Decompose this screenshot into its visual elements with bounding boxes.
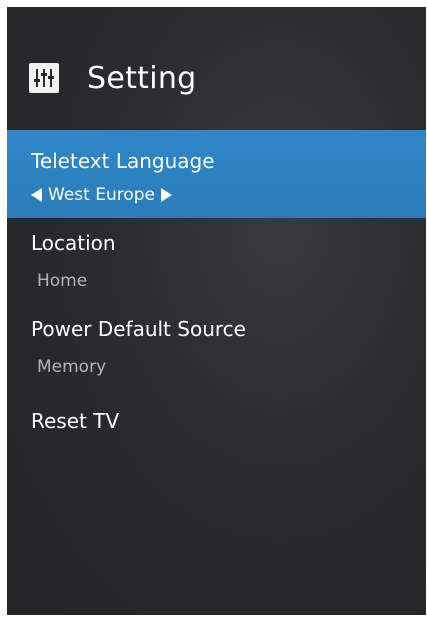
menu-item-location[interactable]: Location Home [7,221,426,307]
menu-item-value: Home [37,271,88,291]
menu-item-teletext-language[interactable]: Teletext Language West Europe [7,130,426,218]
menu-item-label: Power Default Source [31,317,246,341]
settings-sliders-icon [29,63,59,93]
header: Setting [29,53,197,103]
page-title: Setting [87,60,197,96]
menu-item-label: Reset TV [31,409,120,433]
menu-item-reset-tv[interactable]: Reset TV [7,399,426,449]
menu-item-value: Memory [37,357,107,377]
arrow-right-icon[interactable] [160,188,172,202]
menu-item-label: Location [31,231,116,255]
menu-item-power-default-source[interactable]: Power Default Source Memory [7,307,426,393]
selector-value: West Europe [48,185,155,205]
settings-panel: Setting Teletext Language West Europe Lo… [7,7,426,615]
menu-item-label: Teletext Language [31,149,215,173]
arrow-left-icon[interactable] [31,188,42,202]
option-selector[interactable]: West Europe [31,185,172,205]
